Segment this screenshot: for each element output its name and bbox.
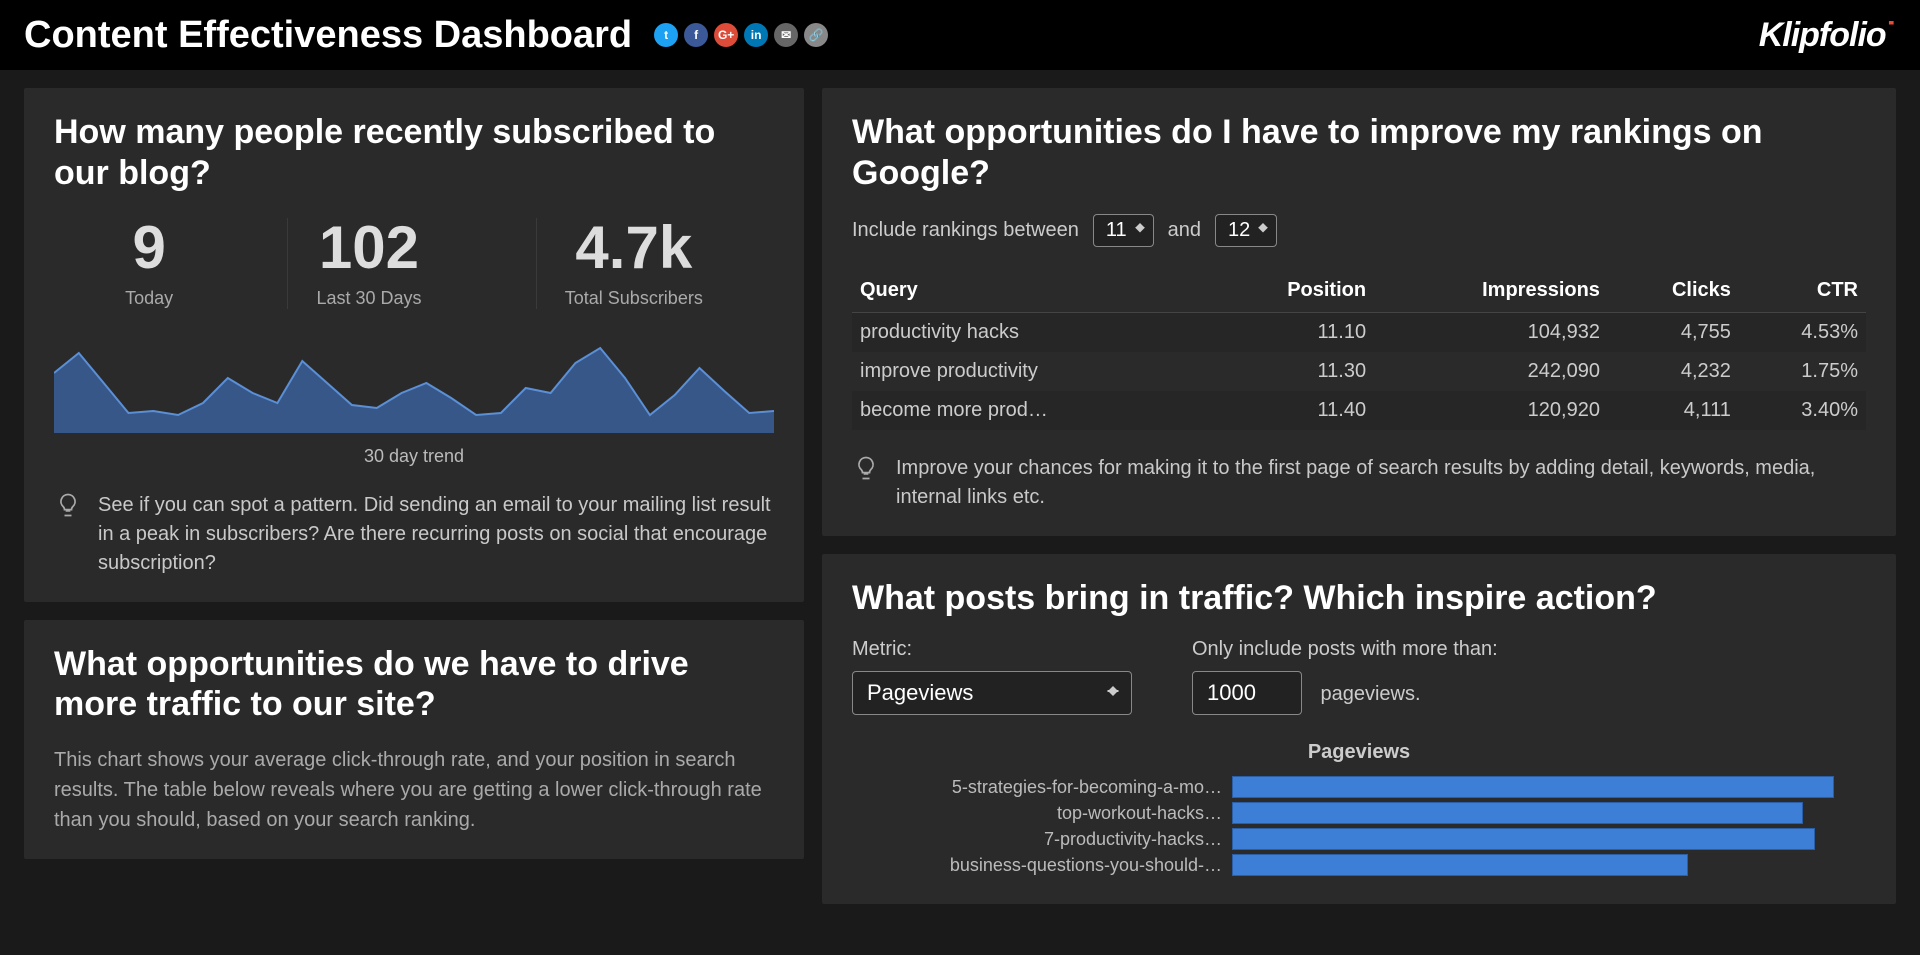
header-bar: Content Effectiveness Dashboard t f G+ i… [0, 0, 1920, 70]
lightbulb-icon [54, 491, 82, 524]
traffic-description: This chart shows your average click-thro… [54, 745, 774, 835]
table-row: productivity hacks11.10104,9324,7554.53% [852, 312, 1866, 352]
stat-total: 4.7k Total Subscribers [536, 218, 731, 309]
bar-row: business-questions-you-should-… [852, 854, 1866, 876]
posts-bar-chart: Pageviews 5-strategies-for-becoming-a-mo… [852, 741, 1866, 876]
brand-logo: Klipfolio˙ [1759, 16, 1896, 55]
trend-sparkline [54, 333, 774, 433]
threshold-input[interactable]: 1000 [1192, 671, 1302, 715]
link-icon[interactable]: 🔗 [804, 23, 828, 47]
rankings-panel: What opportunities do I have to improve … [822, 88, 1896, 536]
share-icons: t f G+ in ✉ 🔗 [654, 23, 828, 47]
rank-from-select[interactable]: 11 [1093, 214, 1154, 247]
twitter-icon[interactable]: t [654, 23, 678, 47]
stat-today: 9 Today [97, 218, 201, 309]
stat-30days: 102 Last 30 Days [287, 218, 449, 309]
subscribers-title: How many people recently subscribed to o… [54, 112, 774, 194]
metric-label: Metric: [852, 638, 1132, 661]
rankings-table: Query Position Impressions Clicks CTR pr… [852, 269, 1866, 430]
metric-select[interactable]: Pageviews [852, 671, 1132, 715]
rankings-title: What opportunities do I have to improve … [852, 112, 1866, 194]
bar-row: 7-productivity-hacks… [852, 828, 1866, 850]
rank-to-select[interactable]: 12 [1215, 214, 1277, 247]
subscriber-stats: 9 Today 102 Last 30 Days 4.7k Total Subs… [54, 218, 774, 309]
linkedin-icon[interactable]: in [744, 23, 768, 47]
bar-row: top-workout-hacks… [852, 802, 1866, 824]
traffic-panel: What opportunities do we have to drive m… [24, 620, 804, 860]
rankings-filter: Include rankings between 11 and 12 [852, 214, 1866, 247]
table-row: become more prod…11.40120,9204,1113.40% [852, 391, 1866, 430]
rankings-tip: Improve your chances for making it to th… [896, 454, 1866, 512]
lightbulb-icon [852, 454, 880, 487]
subscribers-panel: How many people recently subscribed to o… [24, 88, 804, 602]
bar-row: 5-strategies-for-becoming-a-mo… [852, 776, 1866, 798]
subscribers-tip: See if you can spot a pattern. Did sendi… [98, 491, 774, 578]
table-row: improve productivity11.30242,0904,2321.7… [852, 352, 1866, 391]
threshold-suffix: pageviews. [1320, 683, 1420, 705]
email-icon[interactable]: ✉ [774, 23, 798, 47]
threshold-label: Only include posts with more than: [1192, 638, 1498, 661]
trend-caption: 30 day trend [54, 446, 774, 467]
page-title: Content Effectiveness Dashboard [24, 14, 632, 57]
facebook-icon[interactable]: f [684, 23, 708, 47]
posts-title: What posts bring in traffic? Which inspi… [852, 578, 1866, 619]
google-plus-icon[interactable]: G+ [714, 23, 738, 47]
traffic-title: What opportunities do we have to drive m… [54, 644, 774, 726]
posts-panel: What posts bring in traffic? Which inspi… [822, 554, 1896, 905]
